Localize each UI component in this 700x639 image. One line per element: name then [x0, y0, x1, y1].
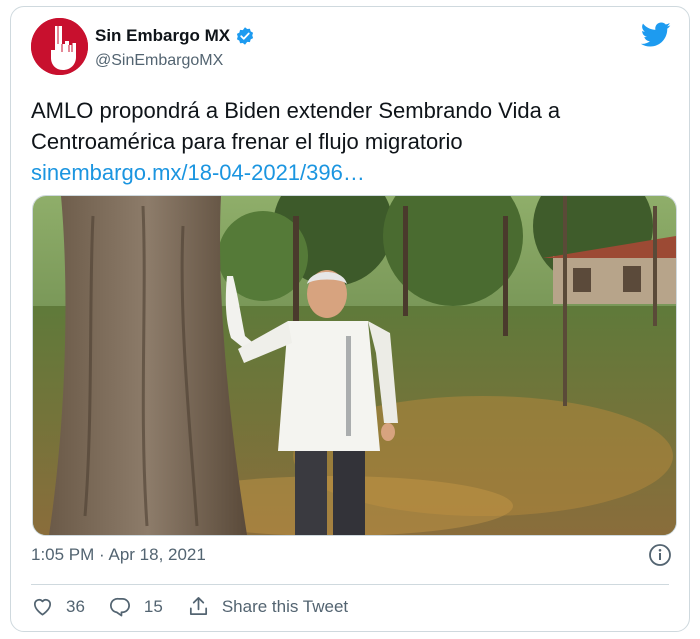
action-bar: 36 15 Share this Tweet: [31, 595, 372, 618]
tweet-photo[interactable]: [32, 195, 677, 536]
verified-badge-icon: [236, 27, 254, 45]
timestamp[interactable]: 1:05 PM · Apr 18, 2021: [31, 545, 206, 565]
share-icon: [189, 597, 207, 616]
display-name[interactable]: Sin Embargo MX: [95, 26, 230, 46]
reply-button[interactable]: 15: [109, 595, 163, 618]
handle[interactable]: @SinEmbargoMX: [95, 52, 223, 70]
tweet-link[interactable]: sinembargo.mx/18-04-2021/396…: [31, 157, 651, 188]
avatar[interactable]: [31, 18, 88, 75]
forest-photo-image: [33, 196, 676, 535]
share-label: Share this Tweet: [221, 596, 349, 616]
divider: [31, 584, 669, 585]
like-button[interactable]: 36: [31, 595, 85, 618]
reply-icon: [109, 597, 130, 617]
avatar-hand-icon: [31, 18, 88, 75]
share-button[interactable]: Share this Tweet: [187, 595, 348, 618]
twitter-bird-icon[interactable]: [641, 22, 671, 48]
like-count: 36: [66, 596, 85, 616]
tweet-card: Sin Embargo MX @SinEmbargoMX AMLO propon…: [10, 6, 690, 632]
heart-icon: [33, 599, 52, 616]
reply-count: 15: [143, 596, 163, 616]
tweet-text: AMLO propondrá a Biden extender Sembrand…: [31, 95, 651, 188]
info-icon[interactable]: [648, 543, 672, 567]
tweet-body: AMLO propondrá a Biden extender Sembrand…: [31, 98, 561, 154]
